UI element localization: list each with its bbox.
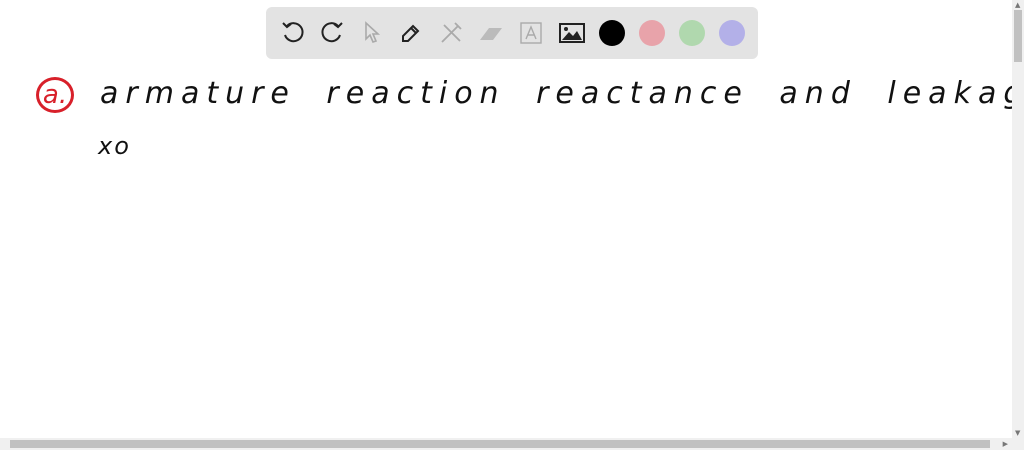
color-red-swatch[interactable] [639,20,665,46]
pen-icon[interactable] [396,18,426,48]
redo-icon[interactable] [317,18,347,48]
question-part-marker: a. [36,77,74,113]
scroll-right-icon[interactable]: ▶ [1003,440,1008,448]
color-blue-swatch[interactable] [719,20,745,46]
horizontal-scroll-thumb[interactable] [10,440,990,448]
text-icon[interactable] [516,18,546,48]
drawing-toolbar [266,7,758,59]
handwritten-line-2: xo [98,132,131,160]
image-icon[interactable] [557,18,587,48]
handwritten-line-1: armature reaction reactance and leakage [100,76,1024,111]
color-green-swatch[interactable] [679,20,705,46]
vertical-scrollbar[interactable]: ▲ ▼ [1012,0,1024,438]
tools-icon[interactable] [436,18,466,48]
scroll-down-icon[interactable]: ▼ [1015,429,1020,437]
color-black-swatch[interactable] [599,20,625,46]
scroll-up-icon[interactable]: ▲ [1015,1,1020,9]
vertical-scroll-thumb[interactable] [1014,10,1022,62]
eraser-icon[interactable] [476,18,506,48]
select-icon[interactable] [357,18,387,48]
horizontal-scrollbar[interactable]: ▶ [0,438,1024,450]
undo-icon[interactable] [278,18,308,48]
